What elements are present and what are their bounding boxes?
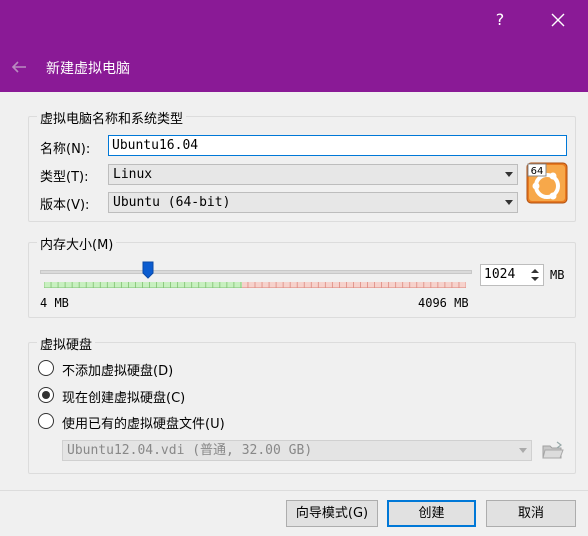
version-select-value: Ubuntu (64-bit) — [113, 195, 231, 210]
help-button[interactable]: ? — [488, 8, 512, 32]
dialog-footer: 向导模式(G) 创建 取消 — [0, 490, 588, 536]
name-os-group-title: 虚拟电脑名称和系统类型 — [37, 108, 187, 127]
chevron-down-icon — [505, 200, 513, 205]
name-input[interactable]: Ubuntu16.04 — [108, 135, 567, 156]
close-button[interactable] — [544, 6, 572, 34]
spin-arrows-icon[interactable] — [528, 266, 542, 284]
memory-scale-ticks — [44, 282, 466, 288]
memory-unit: MB — [550, 268, 565, 282]
back-arrow-icon — [11, 61, 26, 73]
type-label: 类型(T): — [40, 170, 89, 185]
folder-open-icon[interactable] — [542, 441, 564, 461]
chevron-down-icon — [505, 172, 513, 177]
existing-disk-value: Ubuntu12.04.vdi (普通, 32.00 GB) — [67, 443, 313, 458]
guided-mode-button[interactable]: 向导模式(G) — [286, 500, 378, 527]
chevron-down-icon — [519, 448, 527, 453]
existing-disk-label[interactable]: 使用已有的虚拟硬盘文件(U) — [62, 413, 225, 432]
disk-group-title: 虚拟硬盘 — [37, 334, 96, 353]
memory-max-label: 4096 MB — [418, 296, 469, 310]
type-select-value: Linux — [113, 167, 153, 182]
back-button[interactable] — [8, 56, 30, 78]
ubuntu-64-os-icon: 64 — [526, 162, 568, 204]
dialog-content: 虚拟电脑名称和系统类型 名称(N): Ubuntu16.04 类型(T): Li… — [0, 92, 588, 490]
close-icon — [551, 13, 565, 27]
title-bar: ? 新建虚拟电脑 — [0, 0, 588, 92]
no-disk-radio[interactable] — [38, 360, 54, 376]
memory-slider-handle[interactable] — [142, 261, 154, 279]
cancel-button[interactable]: 取消 — [486, 500, 576, 527]
create-disk-label[interactable]: 现在创建虚拟硬盘(C) — [62, 387, 185, 406]
version-select[interactable]: Ubuntu (64-bit) — [108, 192, 518, 213]
memory-slider-track[interactable] — [40, 270, 472, 274]
window-title: 新建虚拟电脑 — [46, 61, 130, 77]
memory-value: 1024 — [484, 267, 516, 282]
svg-text:64: 64 — [531, 166, 544, 177]
existing-disk-select[interactable]: Ubuntu12.04.vdi (普通, 32.00 GB) — [62, 440, 532, 461]
memory-group-title: 内存大小(M) — [37, 234, 117, 253]
no-disk-label[interactable]: 不添加虚拟硬盘(D) — [62, 360, 173, 379]
memory-min-label: 4 MB — [40, 296, 69, 310]
create-disk-radio[interactable] — [38, 387, 54, 403]
type-select[interactable]: Linux — [108, 164, 518, 185]
memory-spinbox[interactable]: 1024 — [480, 264, 544, 286]
name-label: 名称(N): — [40, 142, 91, 157]
create-button[interactable]: 创建 — [387, 500, 476, 527]
existing-disk-radio[interactable] — [38, 413, 54, 429]
version-label: 版本(V): — [40, 198, 90, 213]
